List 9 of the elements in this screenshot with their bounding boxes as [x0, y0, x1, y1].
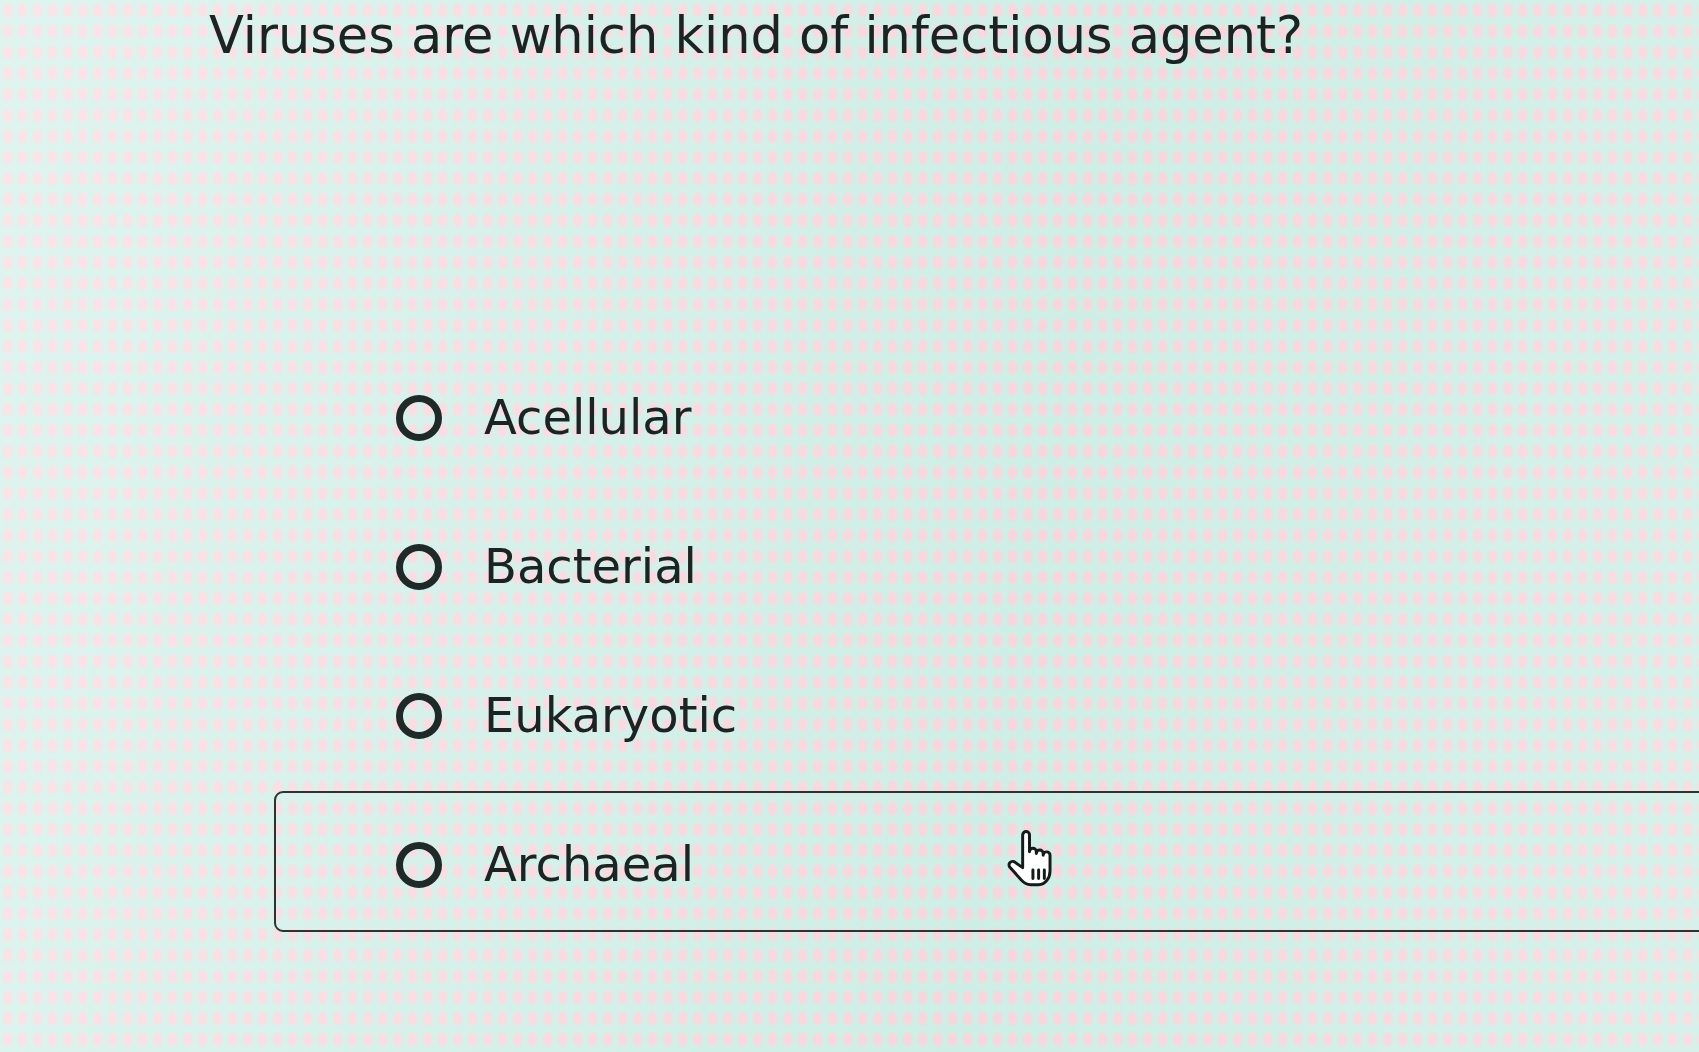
- radio-icon[interactable]: [396, 394, 442, 441]
- answer-option[interactable]: Archaeal: [396, 835, 695, 894]
- answer-option[interactable]: Bacterial: [396, 537, 697, 596]
- radio-icon[interactable]: [396, 543, 442, 590]
- radio-icon[interactable]: [396, 692, 442, 739]
- radio-icon[interactable]: [396, 841, 442, 888]
- answer-option[interactable]: Eukaryotic: [396, 686, 738, 745]
- answer-option[interactable]: Acellular: [396, 388, 692, 447]
- question-text: Viruses are which kind of infectious agent?: [209, 5, 1305, 67]
